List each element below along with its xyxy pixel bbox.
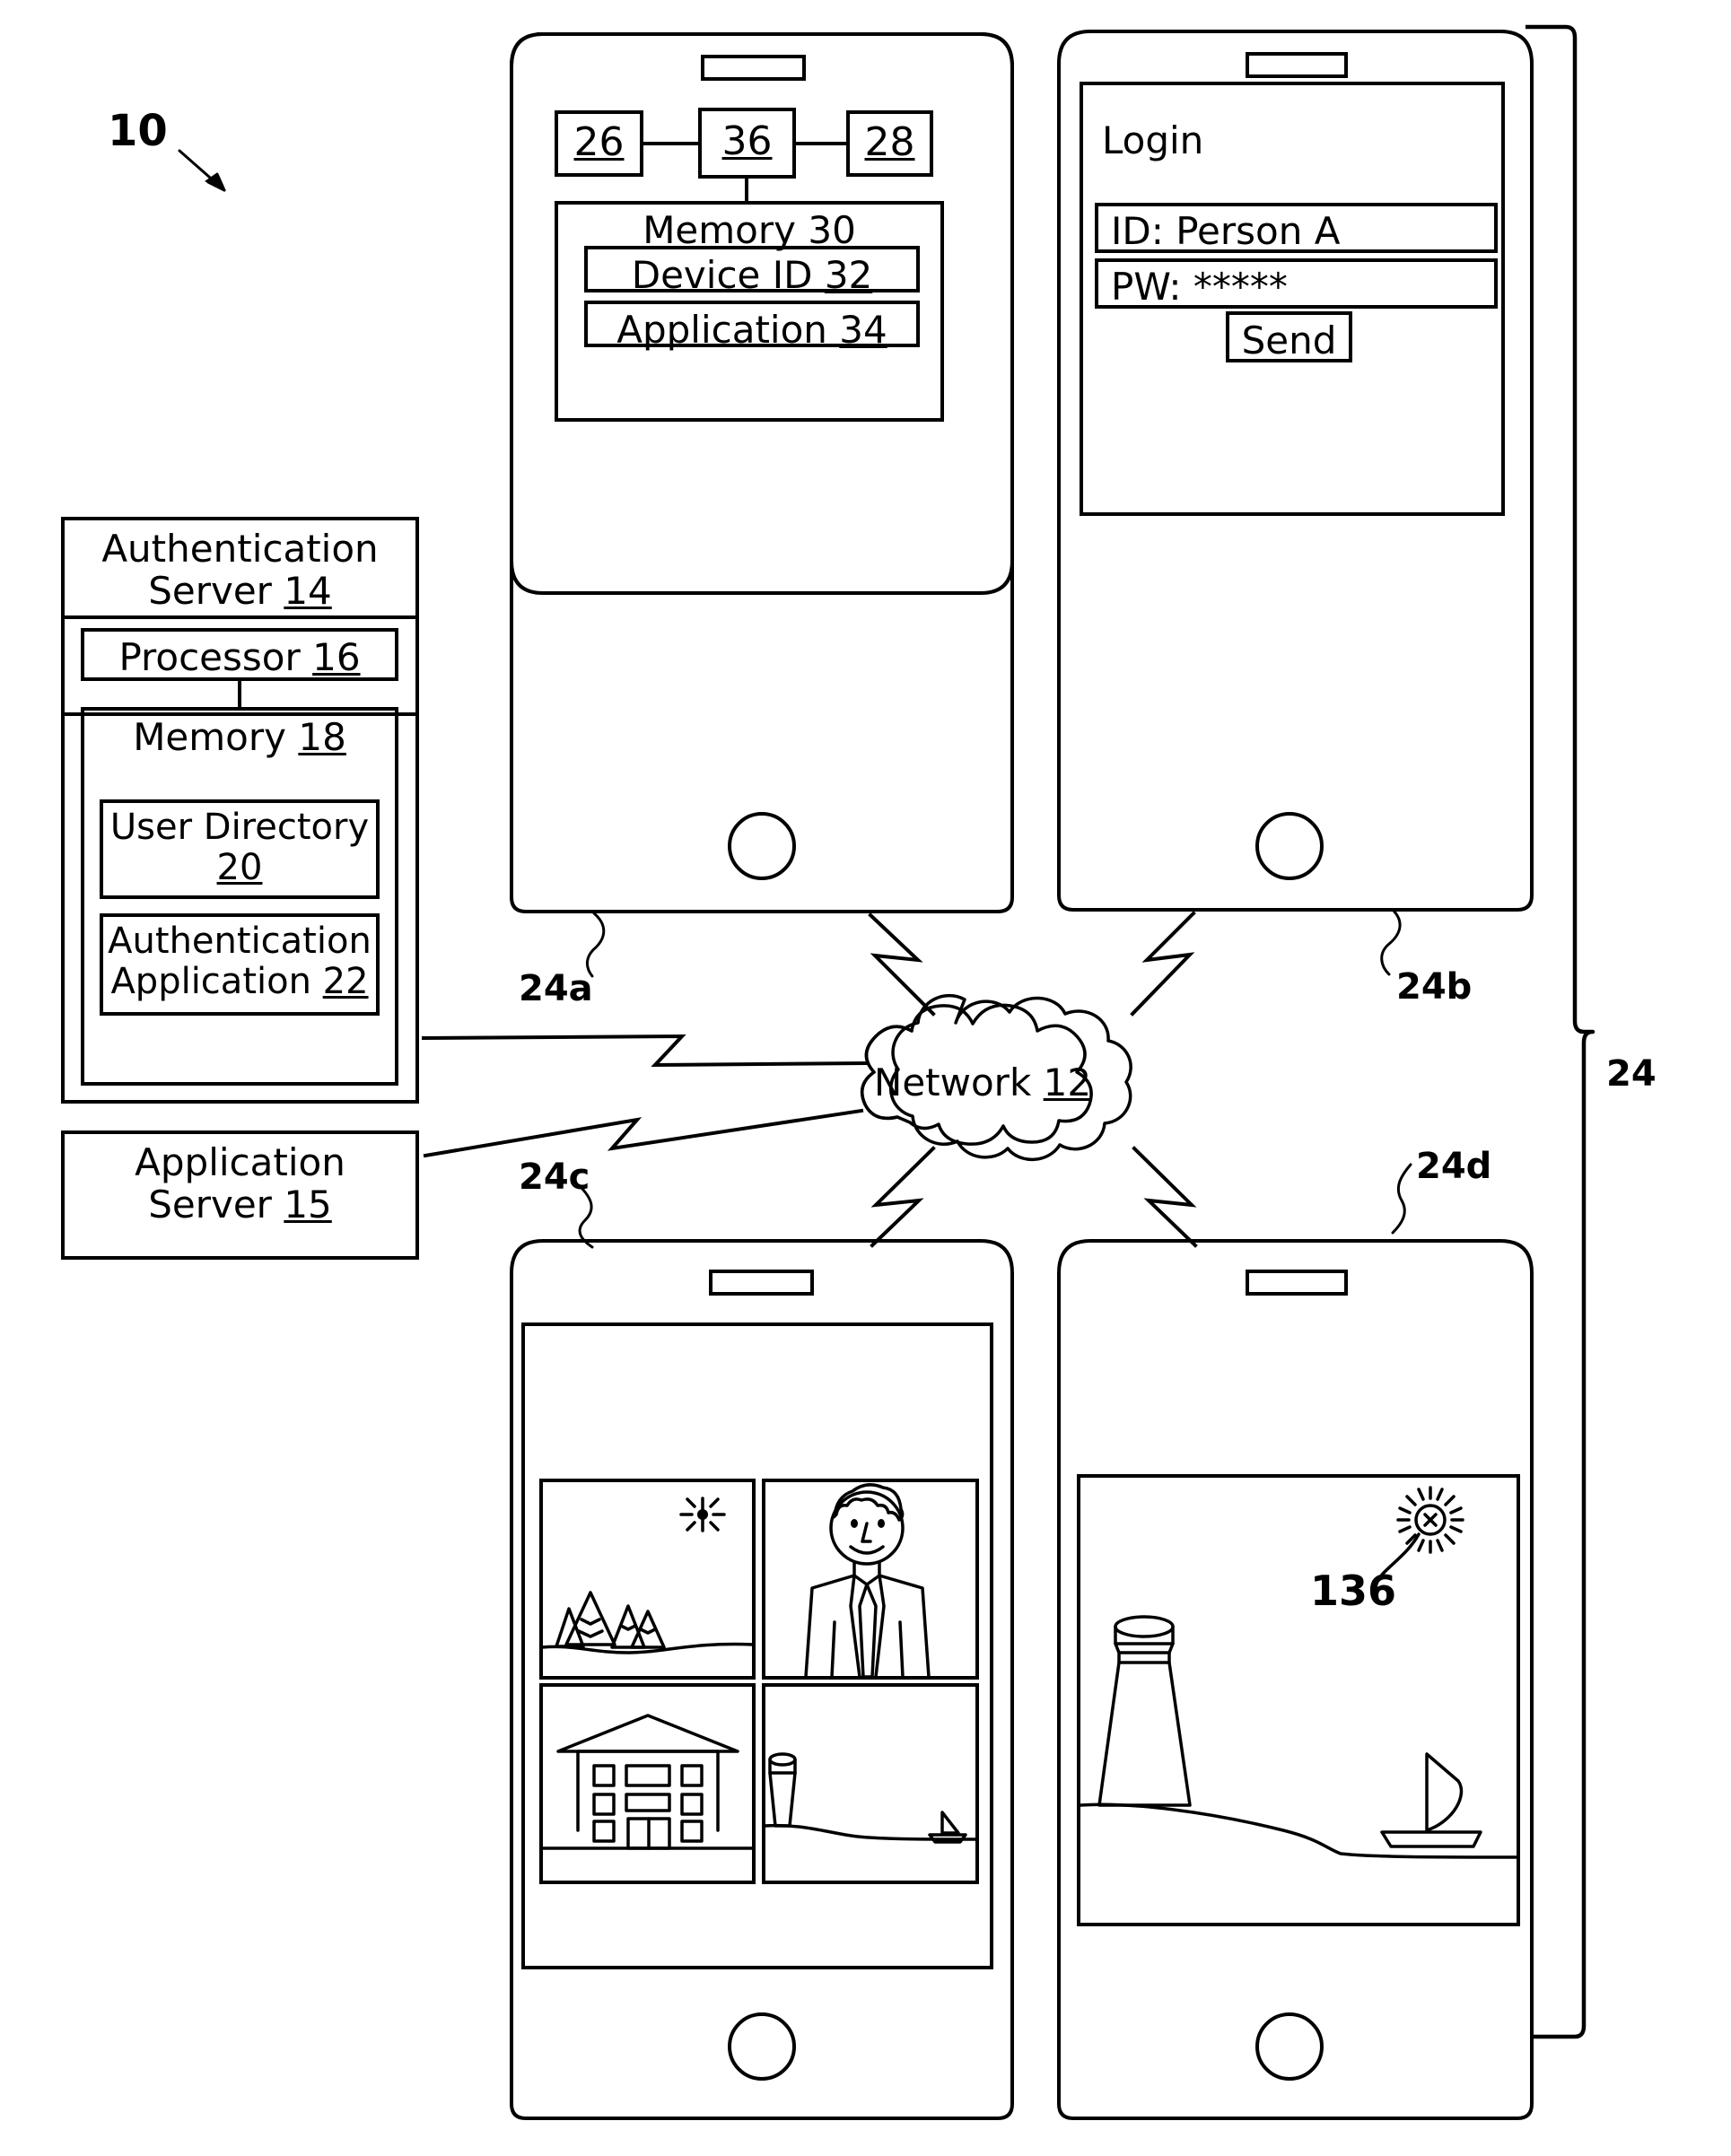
phone-24c-thumbnail-lighthouse-frame[interactable] (762, 1683, 979, 1884)
link-24c-network (870, 1146, 936, 1248)
leader-24-bracket (1526, 24, 1595, 2039)
phone-24a-memory-ref: 30 (808, 208, 856, 252)
auth-server-processor-title: Processor 16 (83, 636, 397, 678)
photo-annotation-136: 136 (1310, 1567, 1397, 1615)
patent-figure: 10 26 36 28 Memory 30 Device ID 32 Appli… (0, 0, 1731, 2156)
phone-24a-outline (510, 32, 1014, 913)
auth-server-auth-application-title: Authentication Application 22 (101, 921, 378, 1002)
thumbnail-mountains-art (540, 1497, 756, 1654)
auth-server-auth-app-ref: 22 (322, 960, 369, 1002)
device-ref-24a: 24a (519, 968, 593, 1009)
link-24a-network (868, 912, 936, 1017)
device-ref-24b: 24b (1396, 966, 1473, 1008)
phone-24a-device-id-ref: 32 (824, 253, 873, 297)
block-26-label: 26 (573, 119, 625, 165)
phone-24a-home-button[interactable] (728, 812, 796, 880)
app-server-title-line1: Application (135, 1140, 345, 1184)
auth-server-title: Authentication Server 14 (63, 528, 417, 612)
phone-24a-device-id-label: Device ID (631, 253, 813, 297)
figure-number: 10 (108, 106, 168, 156)
phone-24a-application-ref: 34 (839, 308, 887, 352)
auth-server-auth-app-line1: Authentication (108, 921, 372, 962)
phone-24d-outline (1057, 1239, 1534, 2120)
auth-server-user-directory-title: User Directory 20 (101, 807, 378, 888)
app-server-title: Application Server 15 (63, 1141, 417, 1226)
system-bracket-ref-24: 24 (1606, 1053, 1657, 1095)
device-ref-24c: 24c (519, 1157, 590, 1198)
device-ref-24d: 24d (1416, 1146, 1492, 1187)
phone-24c-speaker-slot (709, 1270, 814, 1296)
phone-24c-thumbnail-person-frame[interactable] (762, 1479, 979, 1680)
phone-24a-memory-label: Memory (643, 208, 796, 252)
auth-server-user-directory-ref: 20 (216, 846, 263, 888)
auth-server-memory-title: Memory 18 (83, 716, 397, 758)
thumbnail-building-art (540, 1714, 756, 1850)
phone-24c-home-button[interactable] (728, 2012, 796, 2081)
leader-24d (1391, 1163, 1412, 1235)
network-ref: 12 (1043, 1061, 1092, 1104)
auth-server-processor-ref: 16 (312, 635, 361, 679)
login-id-field-value: ID: Person A (1111, 209, 1341, 253)
leader-24b (1380, 908, 1402, 976)
phone-24a-speaker-slot (701, 55, 806, 81)
photo-sun-icon (1396, 1486, 1464, 1554)
phone-24a-memory-title: Memory 30 (556, 209, 942, 251)
phone-24d-home-button[interactable] (1255, 2012, 1324, 2081)
network-title: Network 12 (852, 1061, 1113, 1104)
auth-server-memory-ref: 18 (298, 715, 346, 759)
link-24b-network (1130, 911, 1196, 1017)
figure-lead-arrow (178, 149, 226, 192)
auth-server-user-directory-label: User Directory (109, 807, 370, 848)
login-password-field-value: PW: ***** (1111, 265, 1288, 309)
auth-server-title-line2: Server (148, 569, 272, 614)
link-auth-server-network (421, 1034, 869, 1068)
phone-24a-application-label: Application (616, 308, 827, 352)
thumbnail-lighthouse-art (763, 1752, 978, 1844)
auth-server-memory-label: Memory (133, 715, 286, 759)
photo-sailboat-art (1380, 1752, 1482, 1848)
app-server-ref: 15 (284, 1183, 332, 1227)
phone-24d-speaker-slot (1246, 1270, 1348, 1296)
link-app-server-network (423, 1108, 864, 1158)
phone-24b-outline (1057, 30, 1534, 912)
auth-server-processor-label: Processor (118, 635, 301, 679)
link-24d-network (1132, 1146, 1198, 1248)
phone-24b-speaker-slot (1246, 52, 1348, 78)
phone-24b-home-button[interactable] (1255, 812, 1324, 880)
block-36-label: 36 (721, 118, 773, 164)
auth-server-title-line1: Authentication (101, 527, 379, 571)
phone-24a-application-title: Application 34 (586, 309, 918, 351)
block-28-label: 28 (864, 119, 915, 165)
photo-lighthouse-art (1097, 1615, 1192, 1807)
thumbnail-person-art (804, 1483, 931, 1679)
login-title: Login (1102, 118, 1204, 162)
app-server-title-line2: Server (148, 1183, 272, 1227)
leader-24a (586, 912, 606, 978)
login-send-button-label[interactable]: Send (1228, 319, 1351, 362)
auth-server-auth-app-line2: Application (110, 960, 311, 1002)
auth-server-ref: 14 (284, 569, 332, 614)
phone-24a-device-id-title: Device ID 32 (586, 254, 918, 296)
network-label: Network (873, 1061, 1032, 1104)
